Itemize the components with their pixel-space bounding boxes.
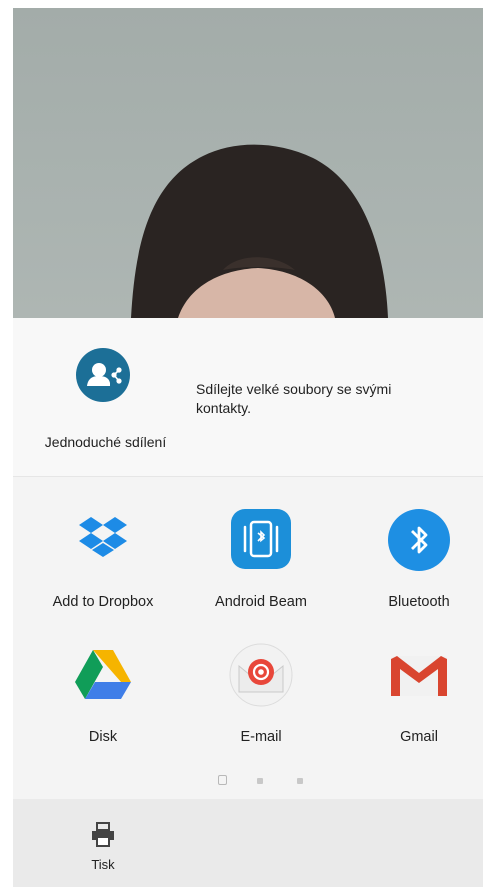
easy-share-description: Sdílejte velké soubory se svými kontakty…: [196, 381, 392, 416]
app-bluetooth[interactable]: Bluetooth: [339, 507, 483, 627]
android-beam-icon: [227, 507, 295, 575]
person-photo: [131, 144, 388, 318]
app-android-beam[interactable]: Android Beam: [181, 507, 341, 627]
gmail-icon: [385, 642, 453, 710]
bottom-action-bar: Tisk: [13, 799, 483, 887]
share-screen: Jednoduché sdílení Sdílejte velké soubor…: [13, 8, 483, 887]
dropbox-icon: [69, 507, 137, 575]
bluetooth-icon: [385, 507, 453, 575]
app-grid: Add to Dropbox Android Beam Bluetooth Di…: [13, 477, 483, 799]
print-button[interactable]: Tisk: [73, 799, 133, 887]
page-dot[interactable]: [297, 778, 303, 784]
page-dot[interactable]: [257, 778, 263, 784]
app-label: E-mail: [240, 729, 282, 745]
easy-share-panel[interactable]: Jednoduché sdílení Sdílejte velké soubor…: [13, 318, 483, 476]
app-gmail[interactable]: Gmail: [339, 642, 483, 762]
email-icon: [227, 642, 295, 710]
app-email[interactable]: E-mail: [181, 642, 341, 762]
printer-icon: [89, 821, 117, 849]
app-label: Android Beam: [215, 594, 307, 610]
google-drive-icon: [69, 642, 137, 710]
app-label: Bluetooth: [388, 594, 450, 610]
app-label: Disk: [88, 729, 118, 745]
page-dot-active[interactable]: [218, 775, 227, 785]
app-label: Gmail: [400, 729, 438, 745]
easy-share-icon[interactable]: [76, 348, 130, 402]
background-photo: [13, 8, 483, 318]
easy-share-label: Jednoduché sdílení: [44, 434, 167, 450]
print-label: Tisk: [91, 857, 115, 872]
share-sheet: Jednoduché sdílení Sdílejte velké soubor…: [13, 318, 483, 887]
app-add-to-dropbox[interactable]: Add to Dropbox: [23, 507, 183, 627]
page-indicator: [213, 775, 313, 787]
app-disk[interactable]: Disk: [23, 642, 183, 762]
app-label: Add to Dropbox: [52, 594, 154, 610]
